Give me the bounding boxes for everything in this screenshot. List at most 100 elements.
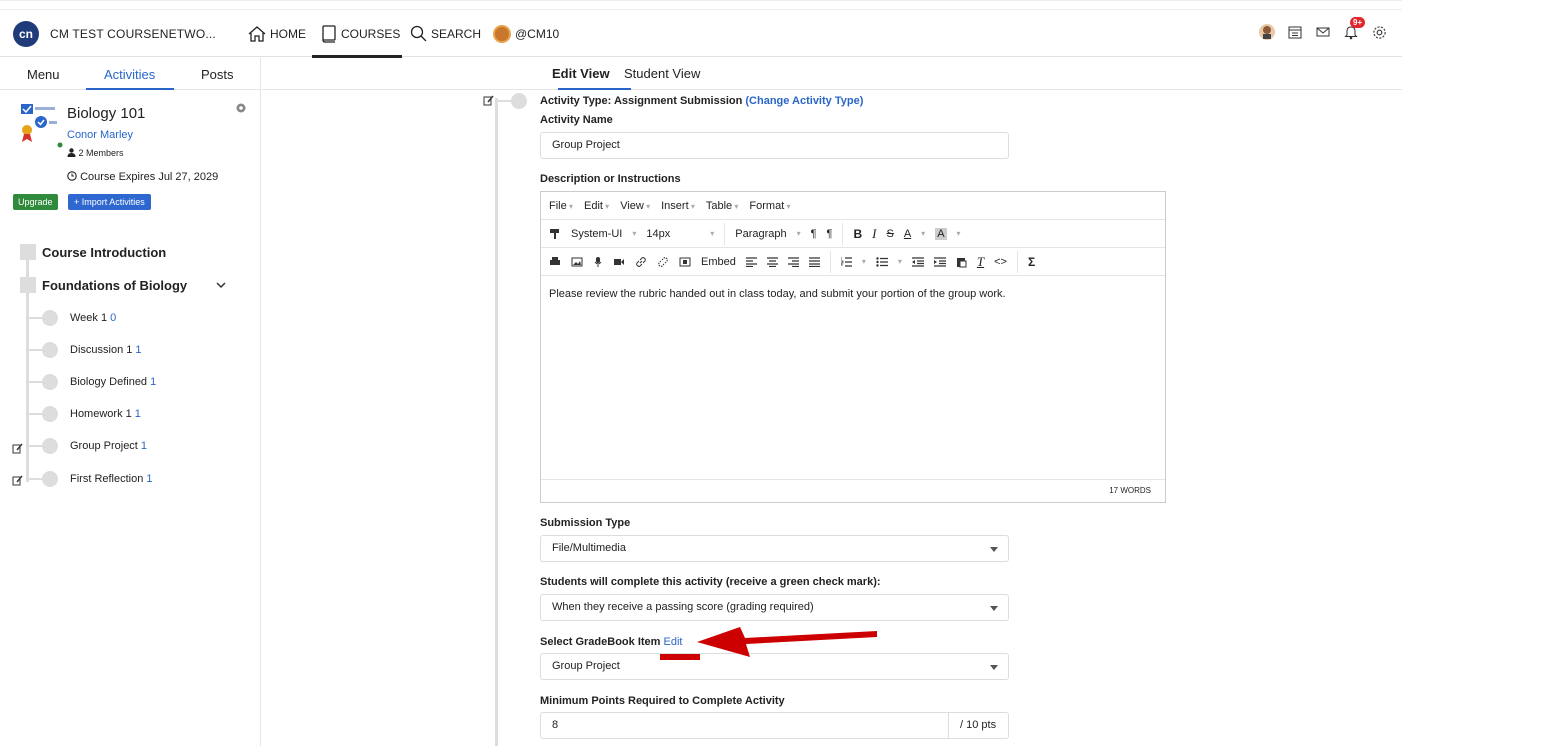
clear-formatting-icon[interactable]: T bbox=[977, 254, 984, 270]
font-family-select[interactable]: System-UI bbox=[571, 228, 622, 240]
activity-count: 1 bbox=[140, 440, 147, 452]
menu-file[interactable]: File bbox=[549, 200, 573, 212]
course-icon[interactable] bbox=[17, 102, 59, 144]
activity-item-group-project[interactable]: Group Project 1 bbox=[70, 440, 147, 452]
bold-icon[interactable]: B bbox=[853, 227, 862, 241]
menu-view[interactable]: View bbox=[620, 200, 650, 212]
align-left-icon[interactable] bbox=[745, 256, 757, 267]
course-members[interactable]: 2 Members bbox=[67, 148, 124, 158]
font-size-select[interactable]: 14px bbox=[646, 228, 670, 240]
link-icon[interactable] bbox=[635, 256, 647, 268]
video-icon[interactable] bbox=[613, 257, 625, 267]
user-avatar bbox=[493, 25, 511, 43]
activity-item-first-reflection[interactable]: First Reflection 1 bbox=[70, 473, 152, 485]
change-activity-type-link[interactable]: (Change Activity Type) bbox=[745, 95, 863, 107]
activity-label: First Reflection bbox=[70, 473, 144, 485]
align-right-icon[interactable] bbox=[787, 256, 799, 267]
activity-dot bbox=[42, 342, 58, 358]
min-points-input[interactable]: 8 bbox=[540, 712, 1009, 739]
rtl-icon[interactable]: ¶ bbox=[827, 228, 833, 240]
italic-icon[interactable]: I bbox=[872, 226, 876, 242]
activity-name-input[interactable]: Group Project bbox=[540, 132, 1009, 159]
image-icon[interactable] bbox=[571, 256, 583, 268]
print-icon[interactable] bbox=[549, 256, 561, 268]
settings-button[interactable] bbox=[1370, 23, 1388, 41]
gear-icon[interactable] bbox=[235, 102, 247, 114]
home-icon bbox=[248, 26, 266, 42]
course-title[interactable]: Biology 101 bbox=[67, 105, 145, 122]
activity-item-biology-defined[interactable]: Biology Defined 1 bbox=[70, 376, 156, 388]
gear-icon bbox=[1372, 25, 1386, 39]
mail-button[interactable] bbox=[1314, 23, 1332, 41]
menu-edit[interactable]: Edit bbox=[584, 200, 609, 212]
align-center-icon[interactable] bbox=[766, 256, 778, 267]
upgrade-button[interactable]: Upgrade bbox=[13, 194, 58, 210]
microphone-icon[interactable] bbox=[593, 256, 603, 268]
edit-icon[interactable] bbox=[12, 475, 23, 486]
embed-button[interactable]: Embed bbox=[701, 256, 736, 268]
code-icon[interactable]: <> bbox=[994, 256, 1007, 268]
edit-icon[interactable] bbox=[12, 443, 23, 454]
import-activities-button[interactable]: + Import Activities bbox=[68, 194, 151, 210]
editor-word-count: 17 WORDS bbox=[541, 479, 1165, 502]
tab-student-view[interactable]: Student View bbox=[624, 66, 700, 81]
gradebook-value: Group Project bbox=[552, 660, 620, 672]
indent-icon[interactable] bbox=[933, 256, 946, 267]
bullet-list-icon[interactable] bbox=[876, 256, 888, 267]
edit-icon[interactable] bbox=[483, 95, 494, 106]
search-icon bbox=[410, 25, 427, 42]
paste-icon[interactable] bbox=[956, 256, 967, 268]
nav-home[interactable]: HOME bbox=[247, 19, 306, 49]
nav-search[interactable]: SEARCH bbox=[410, 19, 481, 49]
profile-avatar[interactable] bbox=[1258, 23, 1276, 41]
calendar-button[interactable] bbox=[1286, 23, 1304, 41]
unlink-icon[interactable] bbox=[657, 256, 669, 268]
red-arrow-annotation bbox=[660, 627, 877, 660]
notifications-button[interactable]: 9+ bbox=[1342, 17, 1366, 41]
points-suffix: / 10 pts bbox=[960, 719, 997, 731]
text-color-icon[interactable]: A bbox=[904, 228, 911, 240]
activity-item-homework-1[interactable]: Homework 11 bbox=[70, 408, 141, 420]
tab-edit-view[interactable]: Edit View bbox=[552, 66, 610, 81]
course-teacher[interactable]: Conor Marley bbox=[67, 129, 133, 141]
activity-item-discussion-1[interactable]: Discussion 11 bbox=[70, 344, 141, 356]
strikethrough-icon[interactable]: S bbox=[886, 228, 893, 240]
nav-courses[interactable]: COURSES bbox=[320, 19, 400, 49]
menu-table[interactable]: Table bbox=[706, 200, 739, 212]
activity-item-week-1[interactable]: Week 10 bbox=[70, 312, 116, 324]
timeline-line bbox=[495, 98, 498, 746]
highlight-color-icon[interactable]: A bbox=[935, 227, 947, 240]
activity-label: Discussion 1 bbox=[70, 344, 133, 356]
chevron-down-icon: ▾ bbox=[632, 229, 637, 238]
main-tab-indicator bbox=[558, 88, 631, 90]
completion-value: When they receive a passing score (gradi… bbox=[552, 601, 814, 613]
block-format-select[interactable]: Paragraph bbox=[735, 228, 786, 240]
activity-dot bbox=[42, 471, 58, 487]
menu-insert[interactable]: Insert bbox=[661, 200, 695, 212]
tree-connector bbox=[29, 413, 43, 415]
paint-format-icon[interactable] bbox=[549, 228, 561, 240]
completion-select[interactable]: When they receive a passing score (gradi… bbox=[540, 594, 1009, 621]
media-icon[interactable] bbox=[679, 257, 691, 267]
section-foundations-of-biology[interactable]: Foundations of Biology bbox=[42, 278, 187, 293]
sigma-icon[interactable]: Σ bbox=[1028, 255, 1035, 269]
tab-menu[interactable]: Menu bbox=[27, 67, 60, 82]
nav-user[interactable]: @CM10 bbox=[493, 19, 559, 49]
outdent-icon[interactable] bbox=[911, 256, 924, 267]
sidebar-tabs: Menu Activities Posts bbox=[0, 58, 261, 90]
section-course-introduction[interactable]: Course Introduction bbox=[42, 245, 166, 260]
logo[interactable]: cn bbox=[13, 21, 39, 47]
editor-content[interactable]: Please review the rubric handed out in c… bbox=[549, 288, 1006, 300]
chevron-down-icon[interactable] bbox=[215, 280, 227, 290]
menu-format[interactable]: Format bbox=[749, 200, 790, 212]
align-justify-icon[interactable] bbox=[808, 256, 820, 267]
tab-activities[interactable]: Activities bbox=[104, 67, 155, 82]
top-divider bbox=[0, 9, 1402, 10]
tab-posts[interactable]: Posts bbox=[201, 67, 234, 82]
numbered-list-icon[interactable] bbox=[840, 256, 852, 267]
notification-badge: 9+ bbox=[1350, 17, 1366, 28]
ltr-icon[interactable]: ¶ bbox=[811, 228, 817, 240]
submission-type-select[interactable]: File/Multimedia bbox=[540, 535, 1009, 562]
brand-name[interactable]: CM TEST COURSENETWO... bbox=[50, 27, 216, 41]
submission-type-value: File/Multimedia bbox=[552, 542, 626, 554]
